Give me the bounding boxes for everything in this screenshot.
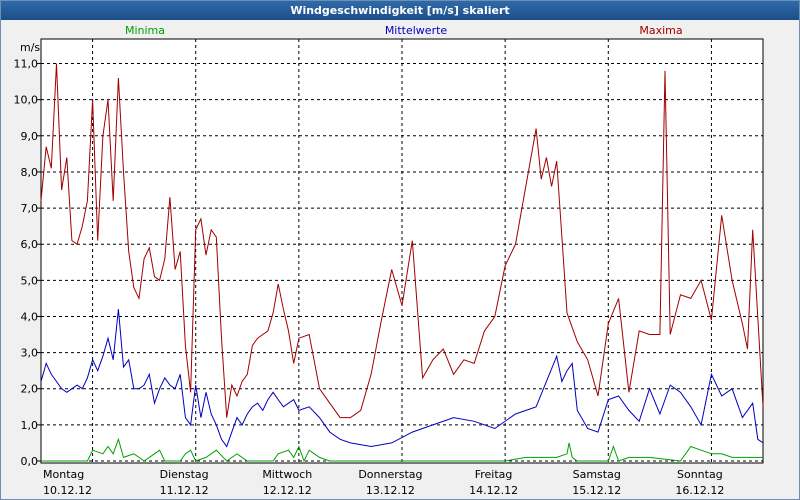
y-tick-label: 11,0	[14, 58, 39, 71]
legend-entry-maxima: Maxima	[639, 24, 682, 37]
x-tick-date-label: 13.12.12	[366, 484, 415, 497]
x-tick-day-label: Donnerstag	[358, 468, 422, 481]
x-tick-date-label: 10.12.12	[43, 484, 92, 497]
y-axis: 0,0 1,0 2,0 3,0 4,0 5,0 6,0 7,0 8,0 9,0 10,0 11,0	[14, 58, 41, 468]
x-tick-date-label: 12.12.12	[263, 484, 312, 497]
window-title: Windgeschwindigkeit [m/s] skaliert	[1, 1, 799, 20]
x-tick-date-label: 16.12.12	[675, 484, 724, 497]
y-tick-label: 5,0	[21, 274, 39, 287]
x-axis: Montag 10.12.12 Dienstag 11.12.12 Mittwoch 12…	[43, 468, 724, 497]
y-tick-label: 8,0	[21, 166, 39, 179]
y-tick-label: 9,0	[21, 130, 39, 143]
x-tick-date-label: 11.12.12	[160, 484, 209, 497]
legend-entry-minima: Minima	[125, 24, 165, 37]
y-tick-label: 7,0	[21, 202, 39, 215]
y-axis-label: m/s	[20, 41, 40, 54]
wind-speed-chart: 0,0 1,0 2,0 3,0 4,0 5,0 6,0 7,0 8,0 9,0 10,0 11,0 M…	[14, 24, 764, 497]
y-tick-label: 10,0	[14, 94, 39, 107]
x-tick-day-label: Dienstag	[160, 468, 209, 481]
x-tick-day-label: Samstag	[573, 468, 621, 481]
legend-entry-mittelwerte: Mittelwerte	[385, 24, 448, 37]
x-tick-day-label: Mittwoch	[262, 468, 312, 481]
x-tick-day-label: Sonntag	[677, 468, 723, 481]
legend: Minima Mittelwerte Maxima	[125, 24, 683, 37]
x-tick-date-label: 15.12.12	[572, 484, 621, 497]
y-tick-label: 1,0	[21, 419, 39, 432]
chart-window: Windgeschwindigkeit [m/s] skaliert 0,0 1,…	[0, 0, 800, 500]
y-tick-label: 2,0	[21, 383, 39, 396]
y-tick-label: 4,0	[21, 310, 39, 323]
y-tick-label: 6,0	[21, 238, 39, 251]
y-tick-label: 0,0	[21, 455, 39, 468]
y-tick-label: 3,0	[21, 347, 39, 360]
x-tick-day-label: Montag	[43, 468, 84, 481]
x-tick-date-label: 14.12.12	[469, 484, 518, 497]
x-tick-day-label: Freitag	[475, 468, 513, 481]
